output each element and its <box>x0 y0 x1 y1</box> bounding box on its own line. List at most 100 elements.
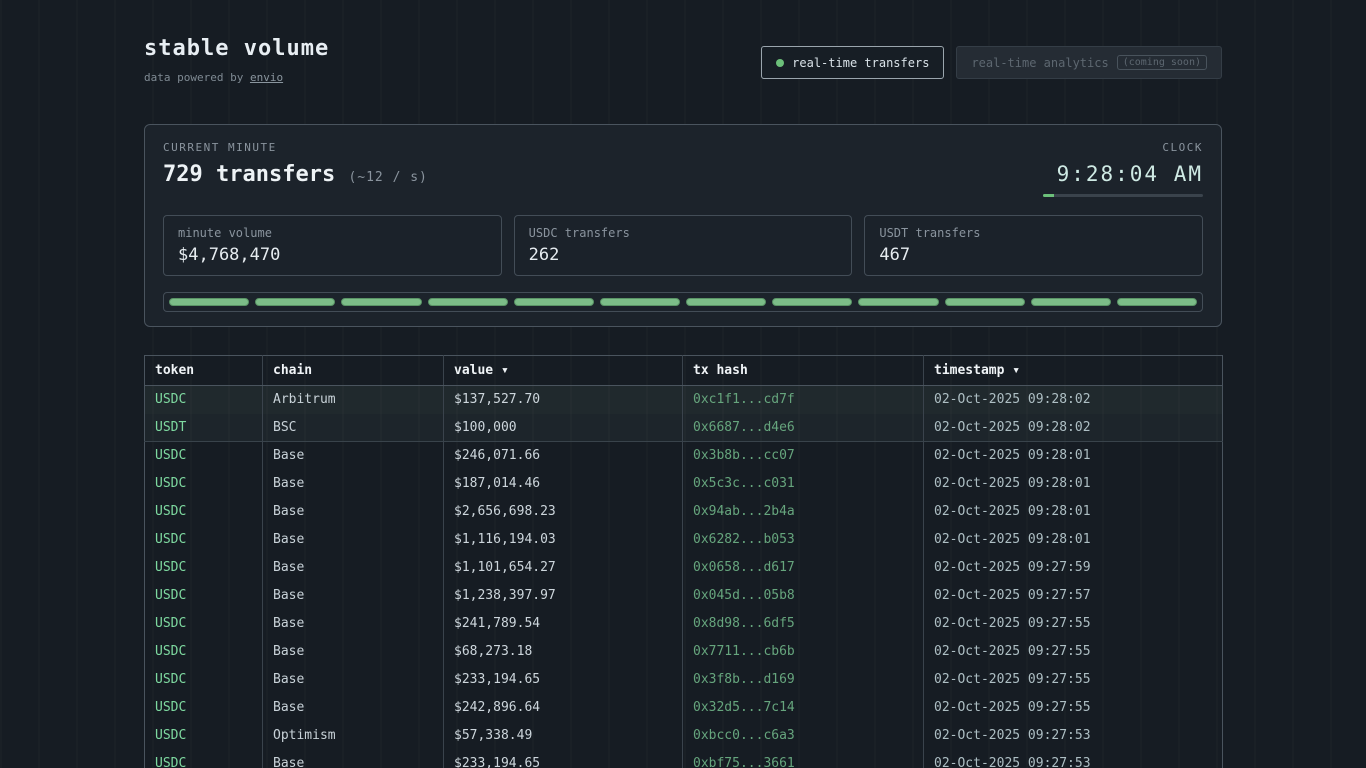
table-row: USDCBase$187,014.460x5c3c...c03102-Oct-2… <box>145 470 1223 498</box>
timestamp-cell: 02-Oct-2025 09:27:53 <box>924 750 1223 768</box>
tx-hash-link[interactable]: 0xbf75...3661 <box>683 750 924 768</box>
tx-hash-link[interactable]: 0x3f8b...d169 <box>683 666 924 694</box>
tx-hash-link[interactable]: 0x0658...d617 <box>683 554 924 582</box>
tx-hash-link[interactable]: 0x94ab...2b4a <box>683 498 924 526</box>
tx-hash-link[interactable]: 0x6282...b053 <box>683 526 924 554</box>
value-cell: $233,194.65 <box>444 666 683 694</box>
activity-segment <box>428 298 508 306</box>
value-cell: $100,000 <box>444 414 683 442</box>
tab-label: real-time transfers <box>792 56 929 70</box>
value-cell: $233,194.65 <box>444 750 683 768</box>
tx-hash-link[interactable]: 0x7711...cb6b <box>683 638 924 666</box>
column-header-timestamp-sort[interactable]: timestamp ▾ <box>924 356 1223 386</box>
tab-realtime-analytics[interactable]: real-time analytics (coming soon) <box>956 46 1222 79</box>
page: stable volume data powered by envio real… <box>144 0 1222 768</box>
table-row: USDCBase$1,116,194.030x6282...b05302-Oct… <box>145 526 1223 554</box>
token-cell: USDC <box>145 638 263 666</box>
chain-cell: BSC <box>263 414 444 442</box>
activity-segment <box>1031 298 1111 306</box>
activity-segment <box>1117 298 1197 306</box>
transfers-count: 729 transfers (~12 / s) <box>163 162 428 187</box>
table-row: USDCOptimism$57,338.490xbcc0...c6a302-Oc… <box>145 722 1223 750</box>
page-title: stable volume <box>144 36 329 61</box>
chain-cell: Base <box>263 470 444 498</box>
token-cell: USDT <box>145 414 263 442</box>
live-dot-icon <box>776 59 784 67</box>
value-cell: $57,338.49 <box>444 722 683 750</box>
tx-hash-link[interactable]: 0x8d98...6df5 <box>683 610 924 638</box>
stat-label: USDC transfers <box>529 226 838 240</box>
tx-hash-link[interactable]: 0x3b8b...cc07 <box>683 442 924 470</box>
stat-value: 467 <box>879 245 1188 265</box>
token-cell: USDC <box>145 582 263 610</box>
brand: stable volume data powered by envio <box>144 36 329 84</box>
timestamp-cell: 02-Oct-2025 09:28:01 <box>924 442 1223 470</box>
subtitle-text: data powered by <box>144 71 250 84</box>
token-cell: USDC <box>145 442 263 470</box>
timestamp-cell: 02-Oct-2025 09:28:01 <box>924 526 1223 554</box>
clock-progress-fill <box>1043 194 1054 197</box>
stat-box-minute-volume: minute volume $4,768,470 <box>163 215 502 276</box>
timestamp-cell: 02-Oct-2025 09:27:53 <box>924 722 1223 750</box>
tab-label: real-time analytics <box>971 56 1108 70</box>
table-body: USDCArbitrum$137,527.700xc1f1...cd7f02-O… <box>145 386 1223 768</box>
activity-segment <box>858 298 938 306</box>
column-header-tx-hash: tx hash <box>683 356 924 386</box>
token-cell: USDC <box>145 498 263 526</box>
value-cell: $1,116,194.03 <box>444 526 683 554</box>
stat-boxes: minute volume $4,768,470 USDC transfers … <box>163 215 1203 276</box>
value-cell: $1,238,397.97 <box>444 582 683 610</box>
tx-hash-link[interactable]: 0x5c3c...c031 <box>683 470 924 498</box>
timestamp-cell: 02-Oct-2025 09:27:55 <box>924 666 1223 694</box>
activity-segment <box>945 298 1025 306</box>
timestamp-cell: 02-Oct-2025 09:28:02 <box>924 414 1223 442</box>
chain-cell: Base <box>263 750 444 768</box>
chain-cell: Base <box>263 638 444 666</box>
value-cell: $2,656,698.23 <box>444 498 683 526</box>
table-row: USDTBSC$100,0000x6687...d4e602-Oct-2025 … <box>145 414 1223 442</box>
column-header-token: token <box>145 356 263 386</box>
chain-cell: Base <box>263 694 444 722</box>
transfers-summary: CURRENT MINUTE 729 transfers (~12 / s) <box>163 141 428 187</box>
envio-link[interactable]: envio <box>250 71 283 84</box>
activity-segment <box>255 298 335 306</box>
chain-cell: Arbitrum <box>263 386 444 414</box>
value-cell: $246,071.66 <box>444 442 683 470</box>
timestamp-cell: 02-Oct-2025 09:27:59 <box>924 554 1223 582</box>
token-cell: USDC <box>145 554 263 582</box>
column-header-value-sort[interactable]: value ▾ <box>444 356 683 386</box>
view-tabs: real-time transfers real-time analytics … <box>761 46 1222 79</box>
current-minute-label: CURRENT MINUTE <box>163 141 428 154</box>
value-cell: $241,789.54 <box>444 610 683 638</box>
clock-label: CLOCK <box>1043 141 1203 154</box>
value-cell: $137,527.70 <box>444 386 683 414</box>
token-cell: USDC <box>145 694 263 722</box>
chain-cell: Optimism <box>263 722 444 750</box>
table-row: USDCBase$68,273.180x7711...cb6b02-Oct-20… <box>145 638 1223 666</box>
stat-box-usdc-transfers: USDC transfers 262 <box>514 215 853 276</box>
chain-cell: Base <box>263 498 444 526</box>
token-cell: USDC <box>145 722 263 750</box>
stat-value: $4,768,470 <box>178 245 487 265</box>
clock-progress-bar <box>1043 194 1203 197</box>
timestamp-cell: 02-Oct-2025 09:27:57 <box>924 582 1223 610</box>
table-row: USDCBase$242,896.640x32d5...7c1402-Oct-2… <box>145 694 1223 722</box>
token-cell: USDC <box>145 386 263 414</box>
table-row: USDCBase$2,656,698.230x94ab...2b4a02-Oct… <box>145 498 1223 526</box>
tx-hash-link[interactable]: 0xc1f1...cd7f <box>683 386 924 414</box>
subtitle: data powered by envio <box>144 71 329 84</box>
stat-label: minute volume <box>178 226 487 240</box>
tab-realtime-transfers[interactable]: real-time transfers <box>761 46 944 79</box>
table-row: USDCArbitrum$137,527.700xc1f1...cd7f02-O… <box>145 386 1223 414</box>
transfers-count-value: 729 transfers <box>163 162 335 187</box>
tx-hash-link[interactable]: 0x32d5...7c14 <box>683 694 924 722</box>
tx-hash-link[interactable]: 0x6687...d4e6 <box>683 414 924 442</box>
activity-segment <box>169 298 249 306</box>
activity-segment <box>341 298 421 306</box>
coming-soon-badge: (coming soon) <box>1117 55 1207 70</box>
tx-hash-link[interactable]: 0xbcc0...c6a3 <box>683 722 924 750</box>
tx-hash-link[interactable]: 0x045d...05b8 <box>683 582 924 610</box>
clock-time: 9:28:04 AM <box>1043 162 1203 186</box>
activity-segment <box>514 298 594 306</box>
timestamp-cell: 02-Oct-2025 09:27:55 <box>924 610 1223 638</box>
